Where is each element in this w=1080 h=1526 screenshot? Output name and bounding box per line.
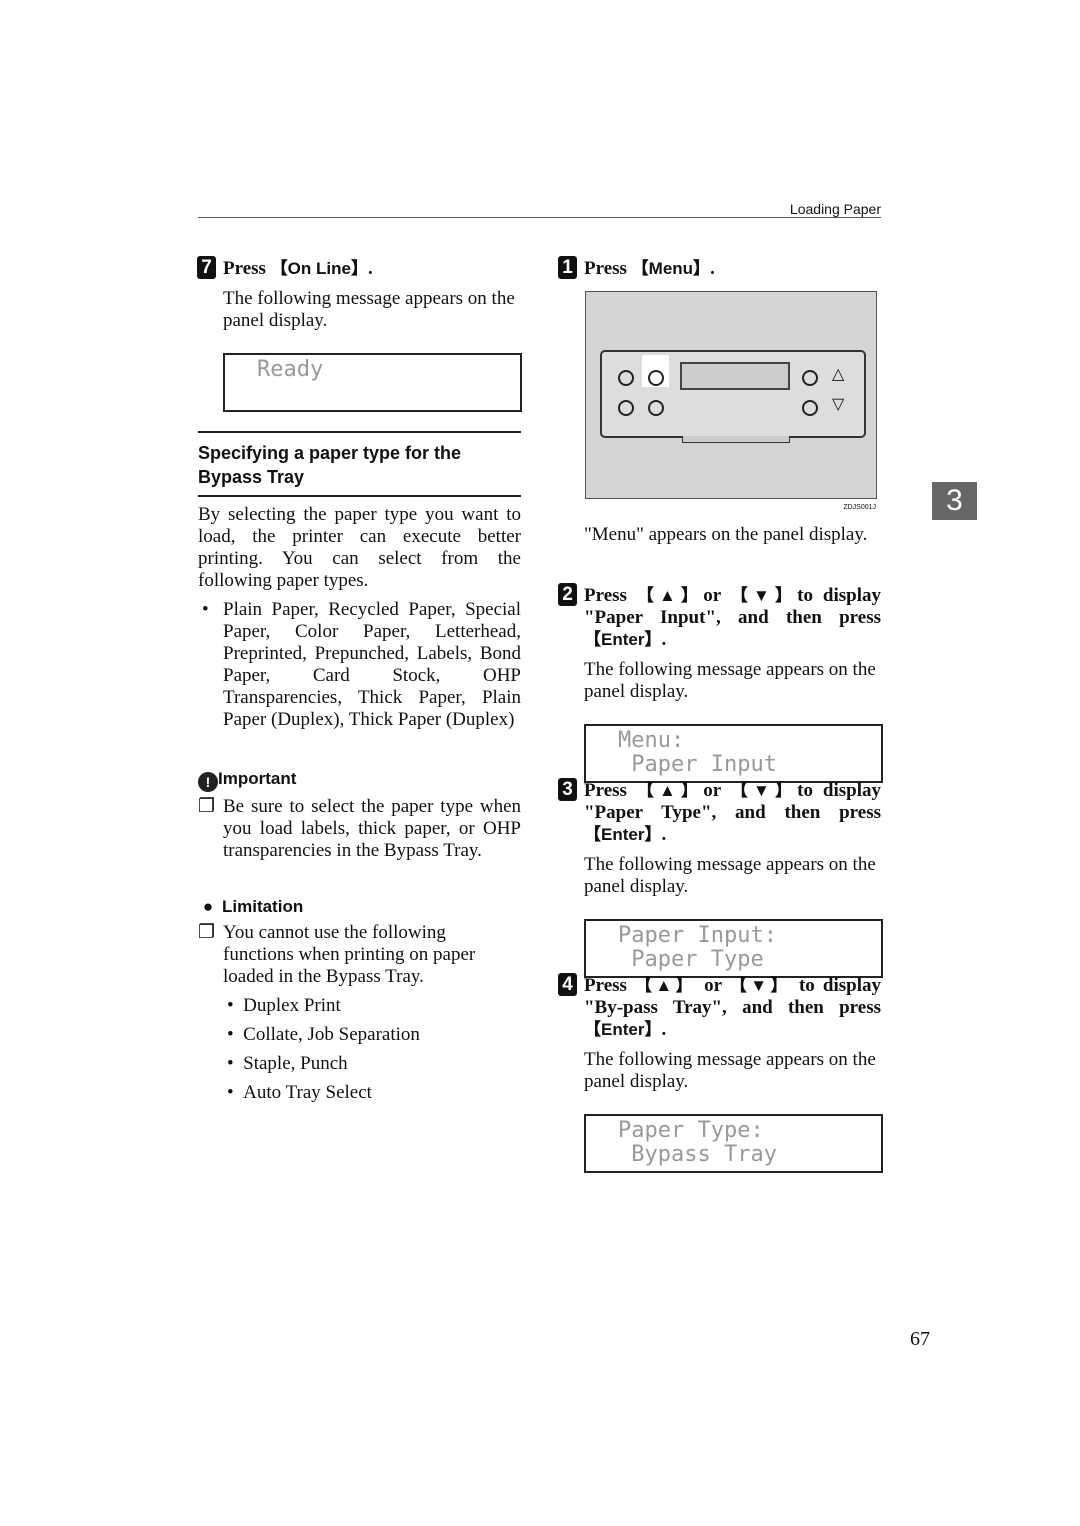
running-header: Loading Paper (198, 198, 881, 218)
important-note: ! Important ❐ Be sure to select the paper … (198, 768, 521, 862)
key-enter: 【Enter】 (584, 630, 662, 649)
lcd-display: Paper Input: Paper Type (584, 919, 883, 978)
section-title: Specifying a paper type for the Bypass T… (198, 431, 521, 497)
online-key (802, 370, 818, 386)
step-text: Press (223, 258, 271, 279)
step-number: 2 (558, 583, 577, 606)
step-3: 3 Press 【▲】or 【▼】to display "Paper Type",… (558, 778, 883, 978)
key-down: 【▼】 (729, 976, 791, 995)
key-up: 【▲】 (635, 976, 697, 995)
step-2: 2 Press 【▲】or 【▼】to display "Paper Input"… (558, 583, 883, 783)
step-1-description: "Menu" appears on the panel display. (584, 524, 868, 545)
lcd-display: Paper Type: Bypass Tray (584, 1114, 883, 1173)
step-description: The following message appears on the pan… (584, 659, 876, 702)
menu-key (648, 370, 664, 386)
lcd-display: Menu: Paper Input (584, 724, 883, 783)
job-key (648, 400, 664, 416)
reset-key (618, 400, 634, 416)
key-menu: 【Menu】 (631, 259, 711, 278)
indicator-strip (682, 436, 790, 443)
bullet: • (202, 599, 209, 620)
paper-type-list: • Plain Paper, Recycled Paper, Special P… (198, 599, 521, 731)
step-7: 7 Press 【On Line】. The following message … (197, 256, 522, 412)
limitation-icon: ● (202, 897, 214, 916)
limitation-note: ● Limitation ❐ You cannot use the followin… (198, 896, 521, 1104)
step-description: The following message appears on the pan… (223, 288, 515, 331)
step-number: 7 (197, 256, 216, 279)
limitation-list: • Duplex Print • Collate, Job Separation… (227, 995, 521, 1104)
control-panel: △ ▽ (600, 350, 866, 443)
paper-types: Plain Paper, Recycled Paper, Special Pap… (223, 599, 521, 730)
key-up: 【▲】 (636, 586, 704, 605)
step-4: 4 Press 【▲】 or 【▼】 to display "By-pass Tr… (558, 973, 883, 1173)
down-arrow-icon: ▽ (832, 396, 845, 413)
key-on-line: 【On Line】 (270, 259, 368, 278)
checkbox-icon: ❐ (198, 796, 216, 817)
step-text: . (367, 258, 373, 279)
chapter-tab: 3 (932, 482, 977, 520)
list-item: • Auto Tray Select (227, 1082, 372, 1103)
list-item: • Duplex Print (227, 995, 341, 1016)
figure-code: ZDJS001J (843, 504, 876, 511)
step-number: 4 (558, 973, 577, 996)
enter-key (802, 400, 818, 416)
step-1: 1 Press 【Menu】. (558, 256, 881, 280)
lcd-display: Ready (223, 353, 522, 412)
escape-key (618, 370, 634, 386)
key-up: 【▲】 (636, 781, 704, 800)
important-text: Be sure to select the paper type when yo… (223, 796, 521, 861)
page-number: 67 (910, 1328, 930, 1350)
step-number: 3 (558, 778, 577, 801)
step-description: The following message appears on the pan… (584, 854, 876, 897)
key-enter: 【Enter】 (584, 1020, 662, 1039)
up-arrow-icon: △ (832, 366, 845, 383)
manual-page: Loading Paper 7 Press 【On Line】. The foll… (0, 0, 1080, 1526)
important-label: Important (218, 769, 297, 788)
step-number: 1 (558, 256, 577, 279)
limitation-text: You cannot use the following functions w… (223, 922, 476, 987)
control-panel-illustration: △ ▽ ZDJS001J (585, 291, 877, 511)
key-down: 【▼】 (730, 781, 798, 800)
step-description: The following message appears on the pan… (584, 1049, 876, 1092)
checkbox-icon: ❐ (198, 922, 216, 943)
limitation-label: Limitation (222, 897, 304, 916)
key-down: 【▼】 (730, 586, 798, 605)
important-icon: ! (198, 772, 218, 792)
list-item: • Collate, Job Separation (227, 1024, 420, 1045)
list-item: • Staple, Punch (227, 1053, 348, 1074)
panel-display (680, 362, 790, 390)
key-enter: 【Enter】 (584, 825, 662, 844)
intro-paragraph: By selecting the paper type you want to … (198, 504, 521, 591)
